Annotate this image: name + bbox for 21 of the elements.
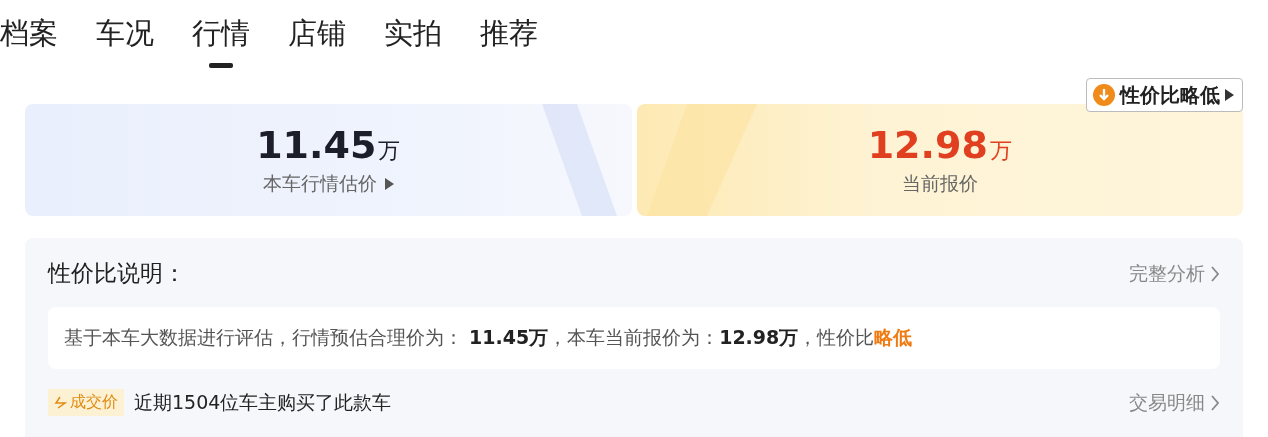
price-amount: 12.98万 (867, 123, 1012, 167)
deal-tag: 成交价 (48, 389, 124, 416)
tab[interactable]: 店铺 (288, 14, 346, 66)
tab[interactable]: 实拍 (384, 14, 442, 66)
chevron-icon (1211, 265, 1220, 282)
price-caption: 当前报价 (901, 171, 978, 196)
deal-text: 近期1504位车主购买了此款车 (134, 389, 392, 415)
badge-label: 性价比略低 (1120, 81, 1220, 109)
stripe-decoration-icon (646, 104, 757, 216)
value-badge[interactable]: 性价比略低 (1086, 78, 1243, 112)
section-title: 性价比说明： (48, 259, 186, 288)
chevron-icon (1211, 394, 1220, 411)
triangle-icon (384, 178, 394, 190)
triangle-icon (1225, 89, 1234, 101)
price-caption[interactable]: 本车行情估价 (262, 171, 377, 197)
tab[interactable]: 车况 (96, 14, 154, 66)
note-text: 基于本车大数据进行评估，行情预估合理价为： 11.45万，本车当前报价为：12.98万，性价比略低 (64, 325, 913, 350)
tab[interactable]: 档案 (0, 14, 58, 66)
tab[interactable]: 推荐 (480, 14, 538, 66)
tab[interactable]: 行情 (192, 14, 250, 66)
price-amount: 11.45万 (256, 123, 401, 167)
